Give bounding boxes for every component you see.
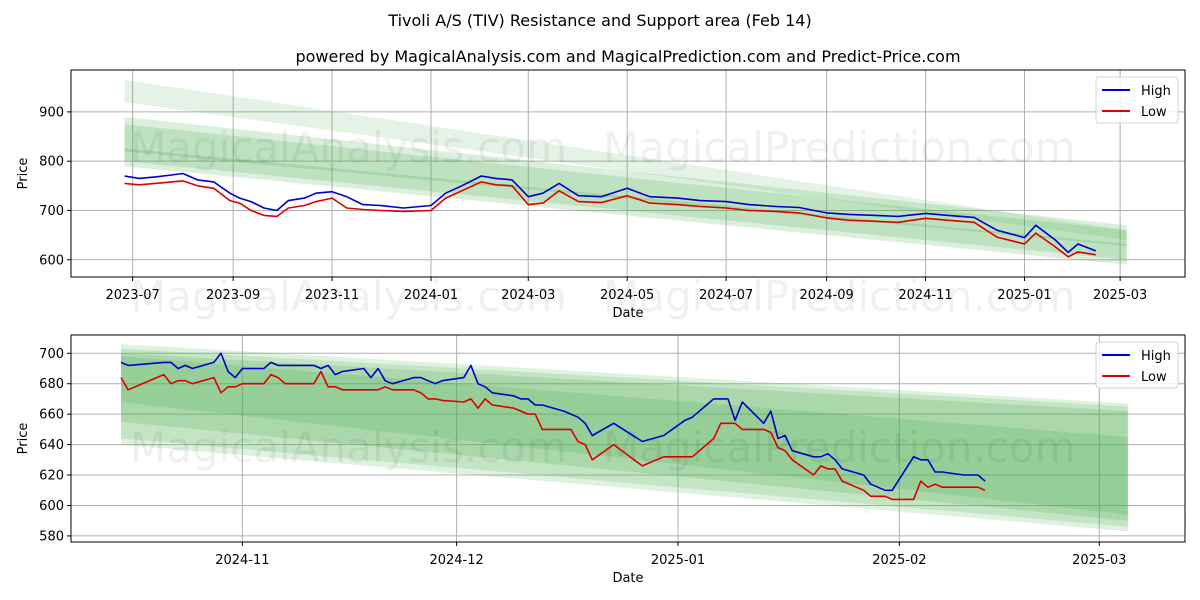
y-axis-label: Price bbox=[16, 158, 31, 190]
y-tick-label: 620 bbox=[39, 469, 64, 484]
legend-label-high: High bbox=[1141, 84, 1171, 99]
x-tick-label: 2025-01 bbox=[997, 288, 1051, 303]
x-tick-label: 2025-03 bbox=[1093, 288, 1147, 303]
watermark-analysis: MagicalAnalysis.com bbox=[130, 423, 567, 472]
x-tick-label: 2023-11 bbox=[305, 288, 359, 303]
y-tick-label: 660 bbox=[39, 408, 64, 423]
x-tick-label: 2025-02 bbox=[872, 553, 926, 568]
x-tick-label: 2024-11 bbox=[898, 288, 952, 303]
y-tick-label: 800 bbox=[39, 155, 64, 170]
chart-subtitle: powered by MagicalAnalysis.com and Magic… bbox=[295, 47, 960, 66]
x-tick-label: 2024-12 bbox=[429, 553, 483, 568]
legend: High Low bbox=[1095, 76, 1179, 124]
x-tick-label: 2024-03 bbox=[501, 288, 555, 303]
y-tick-label: 580 bbox=[39, 529, 64, 544]
x-tick-label: 2024-11 bbox=[215, 553, 269, 568]
x-tick-label: 2025-03 bbox=[1072, 553, 1126, 568]
bottom-chart: MagicalAnalysis.com MagicalPrediction.com… bbox=[16, 334, 1186, 586]
legend-label-high: High bbox=[1141, 349, 1171, 364]
legend: High Low bbox=[1095, 341, 1179, 389]
chart-canvas: Tivoli A/S (TIV) Resistance and Support … bbox=[16, 11, 1186, 586]
x-tick-label: 2023-07 bbox=[105, 288, 159, 303]
x-tick-label: 2024-07 bbox=[699, 288, 753, 303]
x-tick-label: 2024-05 bbox=[600, 288, 654, 303]
chart-title: Tivoli A/S (TIV) Resistance and Support … bbox=[387, 11, 811, 30]
x-axis-label: Date bbox=[612, 306, 643, 321]
y-tick-label: 700 bbox=[39, 204, 64, 219]
x-axis-label: Date bbox=[612, 571, 643, 586]
watermark-analysis: MagicalAnalysis.com bbox=[130, 123, 567, 172]
top-chart: MagicalAnalysis.com MagicalPrediction.com… bbox=[16, 69, 1186, 321]
legend-label-low: Low bbox=[1141, 370, 1167, 385]
y-tick-label: 640 bbox=[39, 438, 64, 453]
x-tick-label: 2025-01 bbox=[651, 553, 705, 568]
y-tick-label: 900 bbox=[39, 105, 64, 120]
legend-label-low: Low bbox=[1141, 105, 1167, 120]
y-tick-label: 600 bbox=[39, 253, 64, 268]
watermark-prediction: MagicalPrediction.com bbox=[603, 123, 1076, 172]
y-tick-label: 680 bbox=[39, 377, 64, 392]
bands bbox=[124, 79, 1127, 265]
y-tick-label: 600 bbox=[39, 499, 64, 514]
x-tick-label: 2023-09 bbox=[206, 288, 260, 303]
y-tick-label: 700 bbox=[39, 347, 64, 362]
x-tick-label: 2024-01 bbox=[404, 288, 458, 303]
y-axis-label: Price bbox=[16, 423, 31, 455]
x-tick-label: 2024-09 bbox=[799, 288, 853, 303]
